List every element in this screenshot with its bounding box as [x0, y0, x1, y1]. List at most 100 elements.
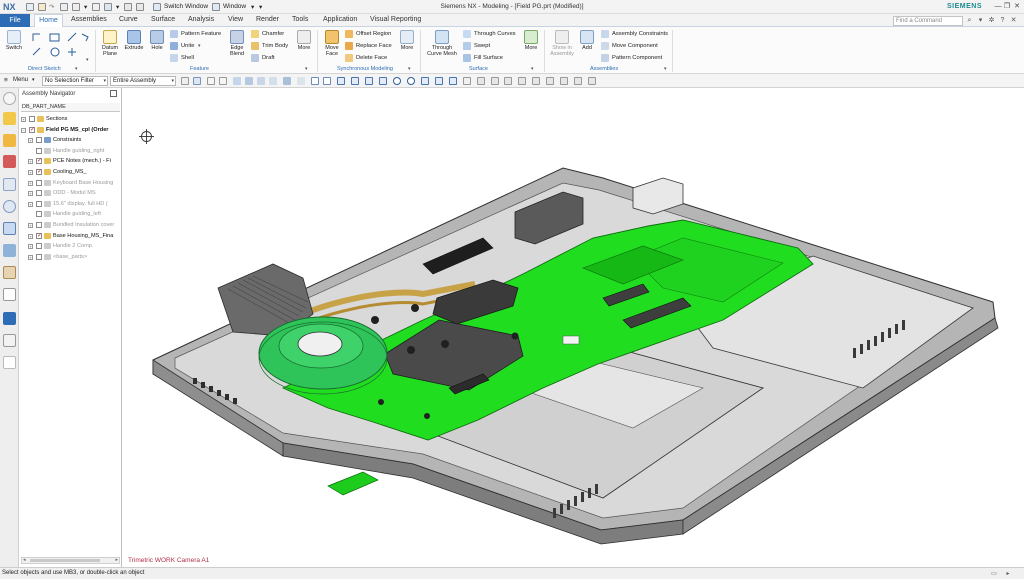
existing-point-snap-icon[interactable] [421, 77, 429, 85]
visibility-checkbox[interactable] [36, 179, 42, 186]
graphics-window[interactable]: Trimetric WORK Camera A1 [123, 88, 1024, 567]
fit-view-icon[interactable] [518, 77, 526, 85]
expand-toggle-icon[interactable]: + [28, 170, 33, 175]
tab-tools[interactable]: Tools [292, 16, 308, 23]
settings-icon[interactable] [3, 92, 16, 105]
expand-toggle-icon[interactable]: + [28, 223, 33, 228]
navigator-horizontal-scrollbar[interactable]: ◂ ▸ [21, 557, 120, 564]
chamfer-button[interactable]: Chamfer [251, 29, 284, 39]
polygon-snap-icon[interactable] [477, 77, 485, 85]
scroll-right-icon[interactable]: ▸ [115, 557, 118, 563]
redo-icon[interactable]: ↷ [49, 3, 54, 11]
point-on-curve-snap-icon[interactable] [435, 77, 443, 85]
assembly-navigator-icon[interactable] [3, 112, 16, 125]
tab-curve[interactable]: Curve [119, 16, 138, 23]
navigator-row[interactable]: + Bundled Insulation cover [21, 220, 120, 230]
visibility-checkbox[interactable] [36, 190, 42, 197]
fill-surface-button[interactable]: Fill Surface [463, 53, 503, 63]
scroll-left-icon[interactable]: ◂ [23, 557, 26, 563]
offset-region-button[interactable]: Offset Region [345, 29, 391, 39]
visibility-checkbox[interactable] [36, 231, 42, 241]
arc-center-snap-icon[interactable] [379, 77, 387, 85]
visibility-checkbox[interactable] [29, 116, 35, 122]
expand-toggle-icon[interactable]: + [28, 159, 33, 165]
roles-icon[interactable] [3, 266, 16, 279]
qat-dropdown-icon[interactable]: ▾ [116, 3, 119, 11]
visibility-checkbox[interactable] [36, 211, 42, 218]
feature-dropdown-icon[interactable]: ▾ [305, 66, 308, 72]
expand-toggle-icon[interactable]: − [21, 127, 26, 133]
through-curve-mesh-button[interactable]: Through Curve Mesh [424, 30, 460, 57]
copy-icon[interactable] [60, 3, 68, 11]
expand-toggle-icon[interactable]: + [28, 233, 33, 239]
sketch-select-icon[interactable] [297, 77, 305, 85]
assembly-constraints-button[interactable]: Assembly Constraints [601, 29, 668, 39]
close-icon[interactable]: ✕ [1012, 2, 1022, 12]
navigator-row[interactable]: + Sections [21, 114, 120, 124]
visibility-checkbox[interactable] [36, 137, 42, 144]
synchronous-more-button[interactable]: More [397, 30, 417, 51]
window-menu-button[interactable]: Window [223, 3, 246, 10]
part-navigator-icon[interactable] [3, 155, 16, 168]
edge-blend-button[interactable]: Edge Blend [226, 30, 248, 57]
help-icon[interactable]: ? [998, 16, 1007, 25]
touch-mode-icon[interactable] [104, 3, 112, 11]
settings-icon[interactable]: ✲ [987, 16, 996, 25]
history-icon[interactable] [3, 222, 16, 235]
pattern-feature-button[interactable]: Pattern Feature [170, 29, 221, 39]
visibility-checkbox[interactable] [36, 253, 42, 260]
move-component-button[interactable]: Move Component [601, 41, 658, 51]
pattern-component-button[interactable]: Pattern Component [601, 53, 662, 63]
expand-toggle-icon[interactable]: + [21, 117, 26, 122]
rotate-icon[interactable] [546, 77, 554, 85]
laptop-assembly-model[interactable] [123, 88, 1024, 567]
qat-customize-icon[interactable]: ▾ [259, 3, 262, 11]
orient-view-icon[interactable] [588, 77, 596, 85]
snap-dropdown-icon[interactable] [219, 77, 227, 85]
midpoint-snap-icon[interactable] [337, 77, 345, 85]
search-icon[interactable]: ⌕ [965, 16, 974, 25]
visibility-checkbox[interactable] [36, 147, 42, 154]
navigator-row[interactable]: + ODD - Modul MS [21, 188, 120, 198]
show-in-assembly-button[interactable]: Show in Assembly [548, 30, 576, 57]
scrollbar-thumb[interactable] [30, 559, 100, 562]
switch-window-button[interactable]: Switch Window [164, 3, 208, 10]
navigator-row[interactable]: + Base Housing_MS_Fina [21, 231, 120, 241]
through-curves-button[interactable]: Through Curves [463, 29, 516, 39]
line-snap-icon[interactable] [311, 77, 319, 85]
navigator-row[interactable]: + PCE Notes (mech.) - Fi [21, 156, 120, 166]
datum-plane-button[interactable]: Datum Plane [99, 30, 121, 57]
navigator-row[interactable]: + Handle 2 Comp. [21, 241, 120, 251]
snap-point-icon[interactable] [207, 77, 215, 85]
column-header-part-name[interactable]: DB_PART_NAME [21, 103, 120, 112]
tab-view[interactable]: View [228, 16, 243, 23]
hole-button[interactable]: Hole [147, 30, 167, 51]
more-dropdown-icon[interactable]: ▾ [84, 3, 87, 11]
expand-toggle-icon[interactable]: + [28, 138, 33, 144]
undo-icon[interactable] [38, 3, 46, 11]
expand-toggle-icon[interactable]: + [28, 254, 33, 260]
constraint-navigator-icon[interactable] [3, 134, 16, 147]
zoom-icon[interactable] [532, 77, 540, 85]
body-select-icon[interactable] [257, 77, 265, 85]
selection-options-icon[interactable] [504, 77, 512, 85]
paste-icon[interactable] [72, 3, 80, 11]
shell-button[interactable]: Shell [170, 53, 194, 63]
expand-toggle-icon[interactable]: + [28, 180, 33, 186]
direct-sketch-dropdown-icon[interactable]: ▾ [75, 66, 78, 72]
render-style-icon[interactable] [574, 77, 582, 85]
swept-button[interactable]: Swept [463, 41, 490, 51]
expand-toggle-icon[interactable]: + [28, 191, 33, 197]
fullscreen-icon[interactable]: ▭ [990, 570, 998, 578]
ribbon-options-icon[interactable]: ▾ [976, 16, 985, 25]
bounded-grid-snap-icon[interactable] [463, 77, 471, 85]
visibility-checkbox[interactable] [29, 125, 35, 135]
menu-icon[interactable]: ≡ [4, 77, 8, 84]
expand-toggle-icon[interactable]: + [28, 244, 33, 250]
tab-application[interactable]: Application [323, 16, 357, 23]
navigator-row[interactable]: + Keyboard Base Housing [21, 178, 120, 188]
feature-navigator-icon[interactable] [3, 356, 16, 369]
visibility-checkbox[interactable] [36, 156, 42, 166]
circle-snap-icon[interactable] [393, 77, 401, 85]
repeat-command-icon[interactable] [92, 3, 100, 11]
